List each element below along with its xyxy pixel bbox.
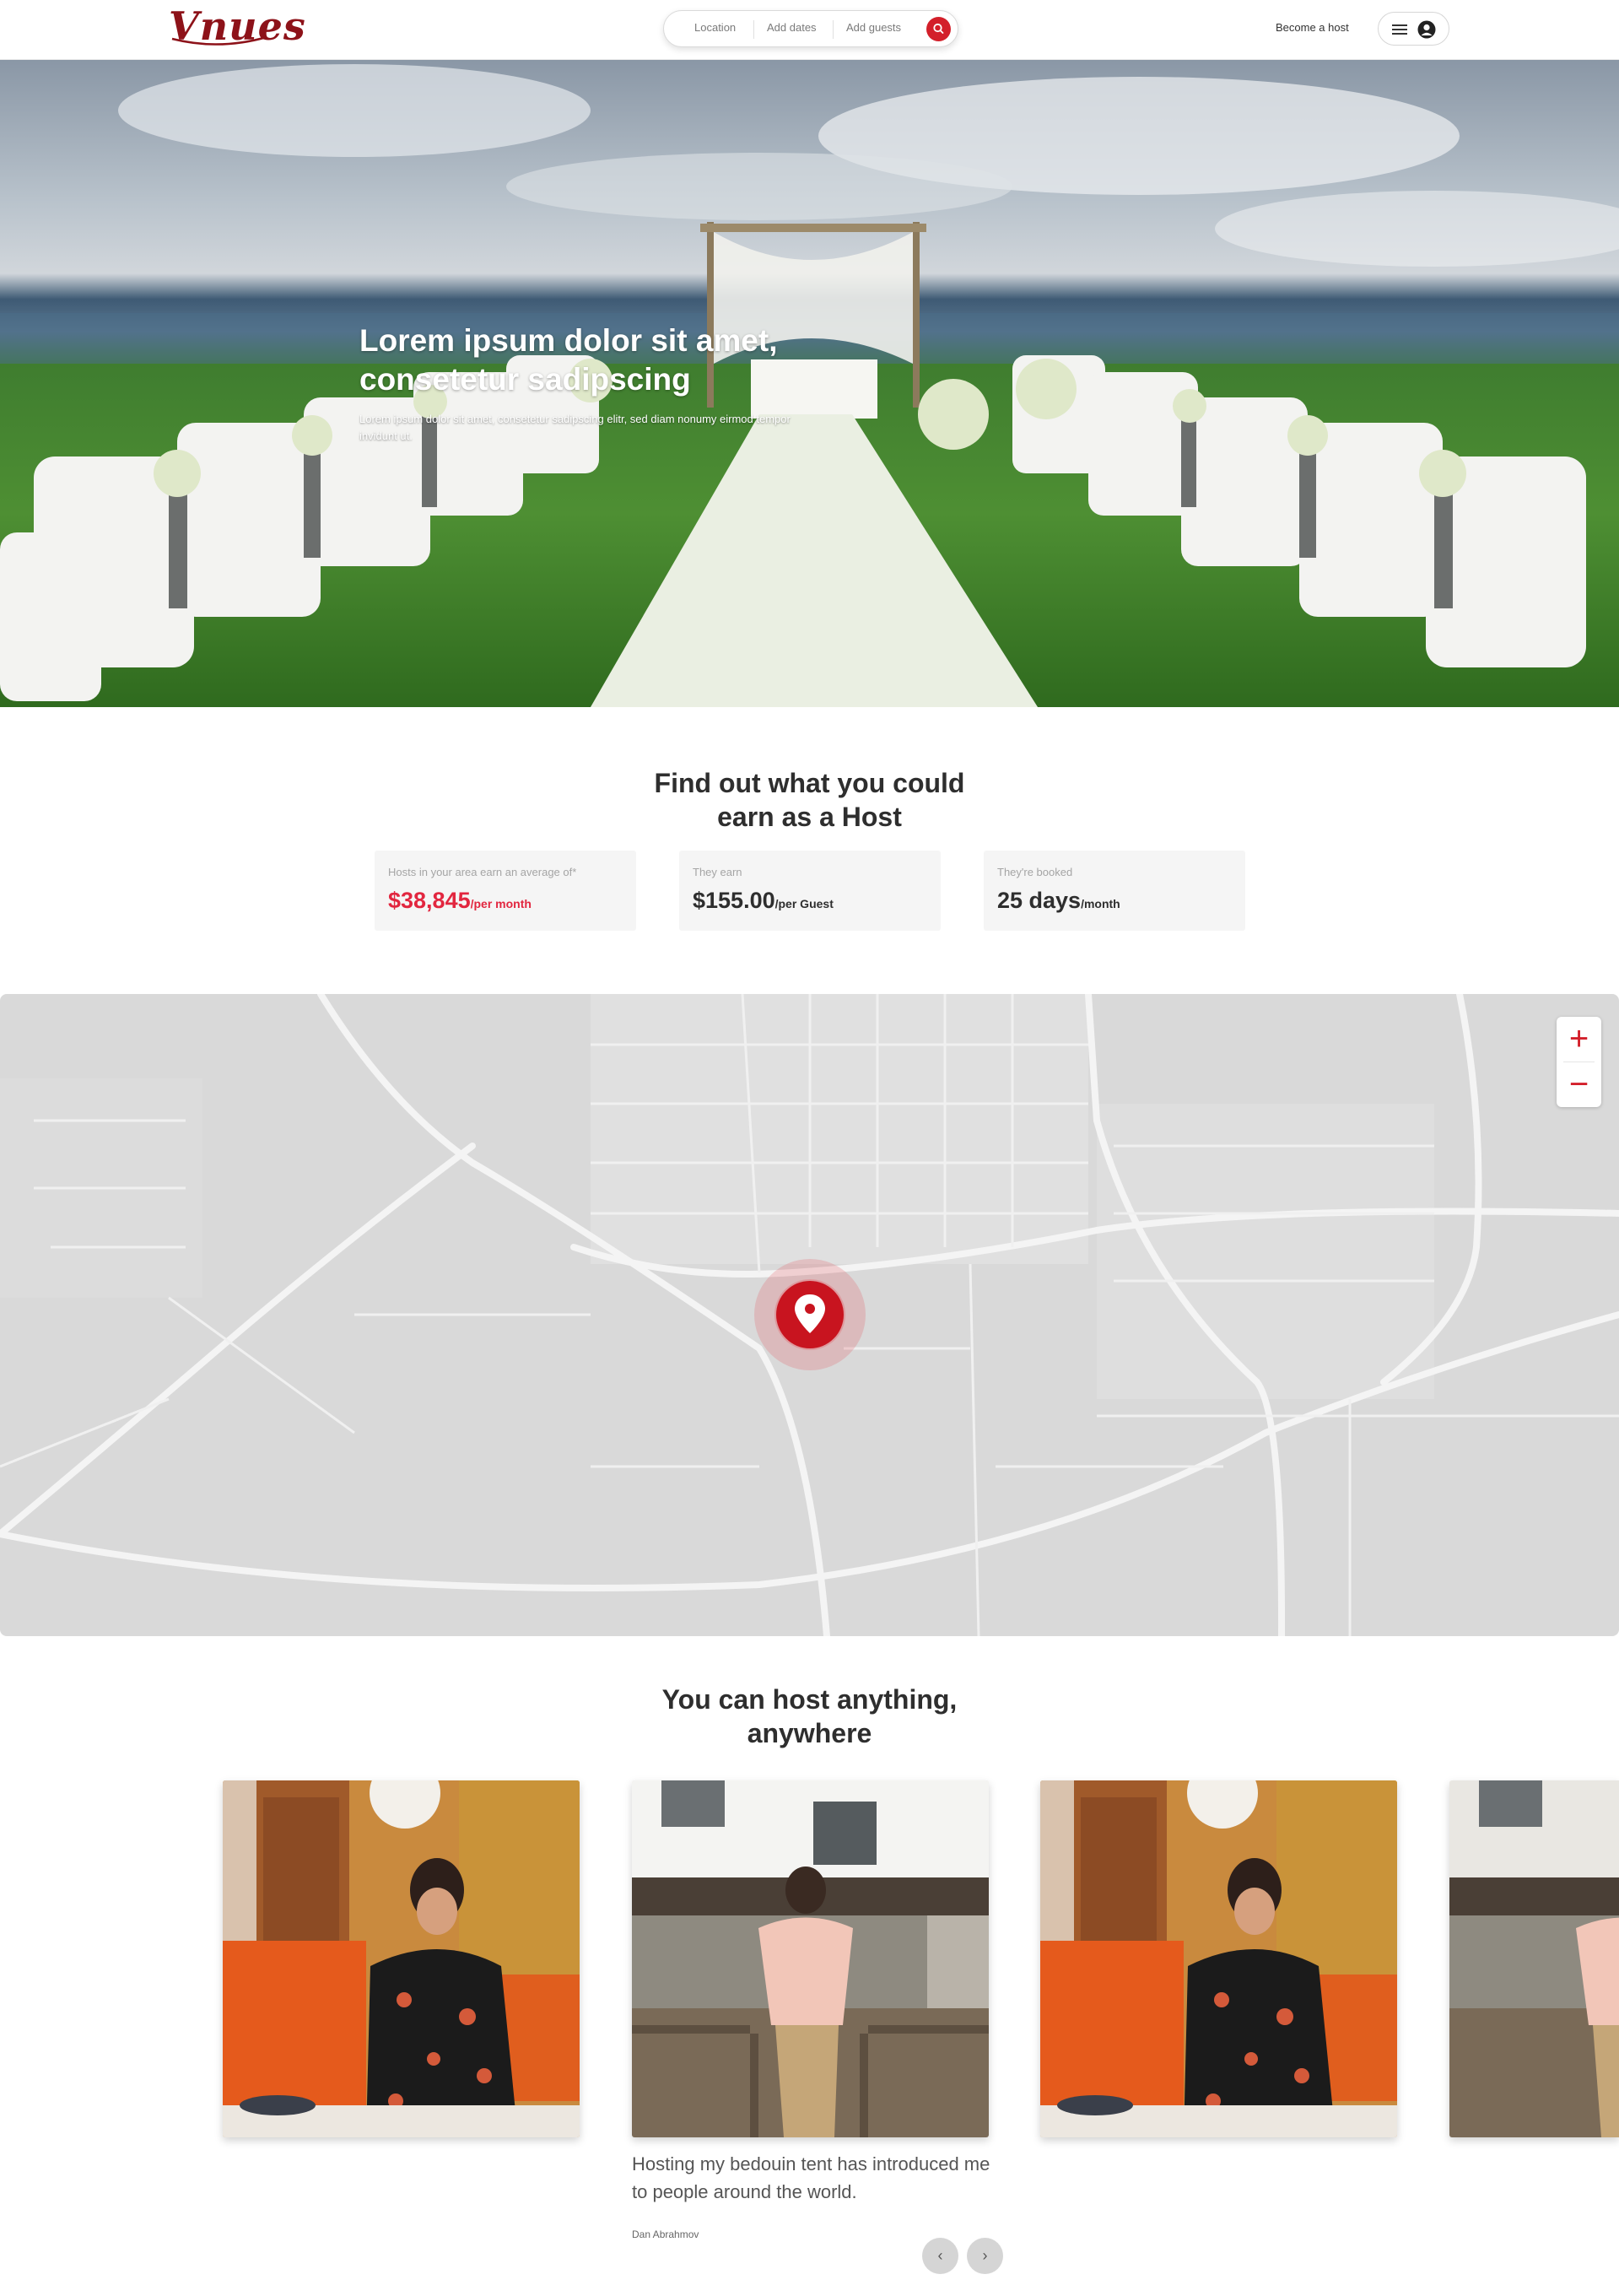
map[interactable]	[0, 994, 1619, 1636]
testimonial-quote: Hosting my bedouin tent has introduced m…	[632, 2153, 990, 2202]
avatar-icon	[1417, 20, 1436, 39]
stat-number: $155.00	[693, 888, 775, 913]
stat-label: Hosts in your area earn an average of*	[388, 866, 577, 878]
zoom-in-button[interactable]: +	[1557, 1017, 1601, 1062]
hamburger-icon	[1392, 24, 1407, 35]
host-photo-kitchen	[223, 1780, 580, 2137]
stat-number: 25 days	[997, 888, 1082, 913]
host-photo-barn	[632, 1780, 989, 2137]
earn-title-line: Find out what you could	[654, 768, 965, 798]
host-card[interactable]	[223, 1780, 580, 2137]
carousel-prev-button[interactable]: ‹	[922, 2238, 958, 2274]
stat-label: They earn	[693, 866, 742, 878]
stat-value: 25 days/month	[997, 888, 1120, 914]
search-bar[interactable]: Location Add dates Add guests	[663, 10, 958, 47]
location-pin-icon[interactable]	[751, 1256, 869, 1374]
search-divider	[833, 20, 834, 39]
hero-title: Lorem ipsum dolor sit amet, consetetur s…	[359, 323, 778, 397]
hero-image	[0, 64, 1619, 707]
stat-unit: /month	[1081, 897, 1120, 910]
search-location[interactable]: Location	[694, 21, 736, 34]
testimonial-author: Dan Abrahmov	[632, 2228, 699, 2240]
map-zoom-controls: + −	[1557, 1017, 1601, 1107]
host-card[interactable]	[1449, 1780, 1619, 2137]
hero-banner: Lorem ipsum dolor sit amet, consetetur s…	[0, 60, 1619, 707]
host-photo-kitchen	[1040, 1780, 1397, 2137]
stat-value: $38,845/per month	[388, 888, 532, 914]
become-host-link[interactable]: Become a host	[1276, 21, 1349, 34]
search-divider	[753, 20, 754, 39]
host-section-title: You can host anything, anywhere	[0, 1683, 1619, 1750]
stat-unit: /per month	[470, 897, 532, 910]
zoom-out-button[interactable]: −	[1557, 1062, 1601, 1107]
site-header: Vnues Location Add dates Add guests Beco…	[0, 0, 1619, 60]
stat-card-booked: They're booked 25 days/month	[984, 851, 1245, 931]
host-title-line: anywhere	[747, 1718, 872, 1748]
stat-number: $38,845	[388, 888, 471, 913]
earn-title-line: earn as a Host	[717, 802, 902, 832]
search-dates[interactable]: Add dates	[767, 21, 817, 34]
stat-card-per-guest: They earn $155.00/per Guest	[679, 851, 941, 931]
host-card[interactable]	[1040, 1780, 1397, 2137]
stat-label: They're booked	[997, 866, 1073, 878]
logo-swash	[171, 35, 267, 46]
host-photo-barn	[1449, 1780, 1619, 2137]
search-icon	[933, 23, 944, 34]
stat-card-average: Hosts in your area earn an average of* $…	[375, 851, 636, 931]
host-card[interactable]	[632, 1780, 989, 2137]
hero-subtitle: Lorem ipsum dolor sit amet, consetetur s…	[359, 413, 791, 442]
search-button[interactable]	[926, 17, 951, 41]
stat-value: $155.00/per Guest	[693, 888, 834, 914]
carousel-next-button[interactable]: ›	[967, 2238, 1003, 2274]
stat-unit: /per Guest	[774, 897, 834, 910]
search-guests[interactable]: Add guests	[846, 21, 901, 34]
host-title-line: You can host anything,	[661, 1684, 958, 1715]
user-menu-button[interactable]	[1378, 12, 1449, 46]
earn-section-title: Find out what you could earn as a Host	[0, 766, 1619, 834]
